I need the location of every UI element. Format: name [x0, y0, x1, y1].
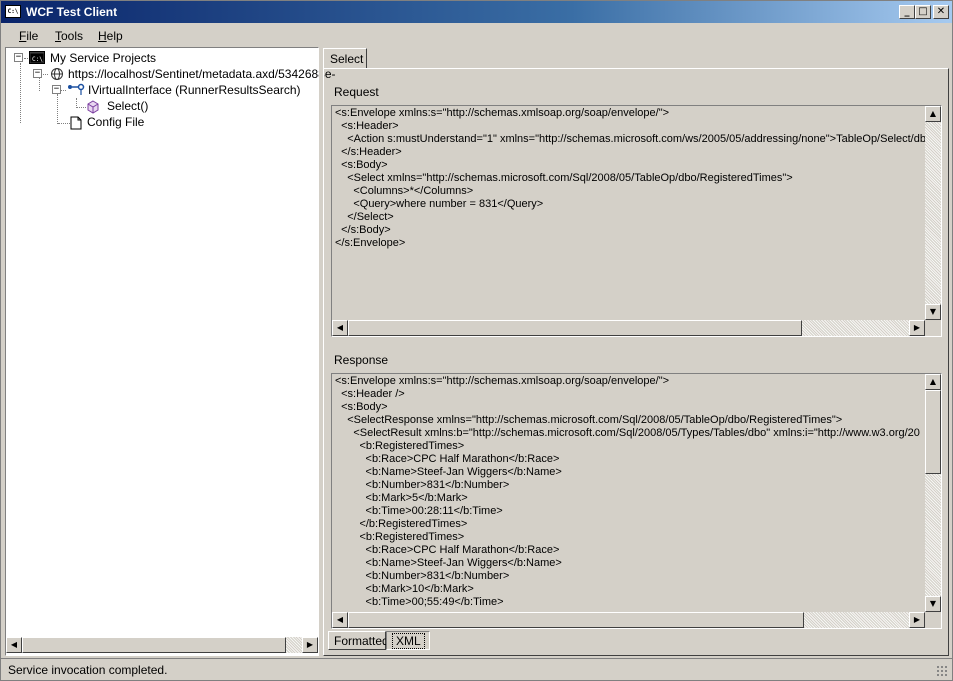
scroll-thumb[interactable]: [925, 390, 941, 474]
console-icon: C:\: [29, 51, 45, 65]
service-tree[interactable]: − C:\ My Service Projects − https://loca…: [5, 47, 336, 656]
collapse-root-toggle[interactable]: −: [14, 53, 23, 62]
scroll-right-button[interactable]: ▶: [909, 320, 925, 336]
request-vertical-scrollbar[interactable]: ▲ ▼: [925, 106, 941, 320]
tree-line: [76, 107, 86, 108]
tree-line: [58, 123, 70, 124]
tab-xml[interactable]: XML: [386, 631, 430, 650]
scroll-thumb[interactable]: [348, 320, 802, 336]
minimize-button[interactable]: _: [899, 5, 915, 19]
maximize-button[interactable]: □: [915, 5, 931, 19]
scroll-up-button[interactable]: ▲: [925, 374, 941, 390]
scroll-down-button[interactable]: ▼: [925, 304, 941, 320]
tree-item-service[interactable]: https://localhost/Sentinet/metadata.axd/…: [68, 67, 336, 83]
tree-item-interface[interactable]: IVirtualInterface (RunnerResultsSearch): [88, 83, 301, 99]
menu-bar: File Tools Help: [1, 25, 952, 45]
response-xml-text: <s:Envelope xmlns:s="http://schemas.xmls…: [335, 375, 920, 608]
response-label: Response: [334, 353, 389, 367]
window-title: WCF Test Client: [26, 5, 118, 19]
scroll-left-button[interactable]: ◀: [332, 612, 348, 628]
resize-grip-icon[interactable]: [936, 665, 948, 677]
tree-horizontal-scrollbar[interactable]: ◀ ▶: [6, 637, 318, 653]
tab-formatted[interactable]: Formatted: [328, 631, 389, 650]
tree-line: [20, 63, 21, 123]
menu-tools[interactable]: Tools: [55, 29, 83, 43]
menu-help-mnemonic: H: [98, 29, 107, 43]
scroll-right-button[interactable]: ▶: [302, 637, 318, 653]
request-xml-box[interactable]: <s:Envelope xmlns:s="http://schemas.xmls…: [331, 105, 942, 337]
menu-help-label: elp: [106, 29, 123, 43]
response-xml-box[interactable]: <s:Envelope xmlns:s="http://schemas.xmls…: [331, 373, 942, 629]
scroll-thumb[interactable]: [22, 637, 286, 653]
request-xml-text: <s:Envelope xmlns:s="http://schemas.xmls…: [335, 107, 933, 249]
tree-item-operation[interactable]: Select(): [107, 99, 148, 115]
menu-tools-label: ools: [61, 29, 84, 43]
tab-xml-label: XML: [392, 633, 425, 649]
status-text: Service invocation completed.: [8, 663, 168, 677]
app-icon: C:\: [5, 5, 21, 18]
scroll-down-button[interactable]: ▼: [925, 596, 941, 612]
menu-file[interactable]: File: [19, 29, 38, 43]
menu-file-label: ile: [26, 29, 39, 43]
tab-select[interactable]: Select: [323, 48, 367, 69]
interface-icon: [67, 83, 85, 97]
scroll-left-button[interactable]: ◀: [6, 637, 22, 653]
tree-item-root[interactable]: My Service Projects: [50, 51, 156, 67]
collapse-interface-toggle[interactable]: −: [52, 85, 61, 94]
scroll-thumb[interactable]: [348, 612, 804, 628]
request-horizontal-scrollbar[interactable]: ◀ ▶: [332, 320, 925, 336]
status-bar: Service invocation completed.: [1, 658, 952, 680]
tree-item-config[interactable]: Config File: [87, 115, 144, 131]
scroll-left-button[interactable]: ◀: [332, 320, 348, 336]
menu-help[interactable]: Help: [98, 29, 123, 43]
operation-panel: Request <s:Envelope xmlns:s="http://sche…: [323, 68, 949, 656]
scroll-right-button[interactable]: ▶: [909, 612, 925, 628]
tree-line: [57, 94, 58, 124]
response-vertical-scrollbar[interactable]: ▲ ▼: [925, 374, 941, 612]
collapse-service-toggle[interactable]: −: [33, 69, 42, 78]
globe-icon: [50, 67, 66, 81]
file-icon: [70, 116, 86, 130]
close-button[interactable]: ✕: [933, 5, 949, 19]
method-cube-icon: [86, 100, 102, 114]
scroll-up-button[interactable]: ▲: [925, 106, 941, 122]
request-label: Request: [334, 85, 379, 99]
main-window: C:\ WCF Test Client _ □ ✕ File Tools Hel…: [0, 0, 953, 681]
tree-line: [39, 78, 40, 91]
svg-text:C:\: C:\: [32, 56, 43, 63]
title-bar[interactable]: C:\ WCF Test Client _ □ ✕: [1, 1, 952, 23]
response-horizontal-scrollbar[interactable]: ◀ ▶: [332, 612, 925, 628]
